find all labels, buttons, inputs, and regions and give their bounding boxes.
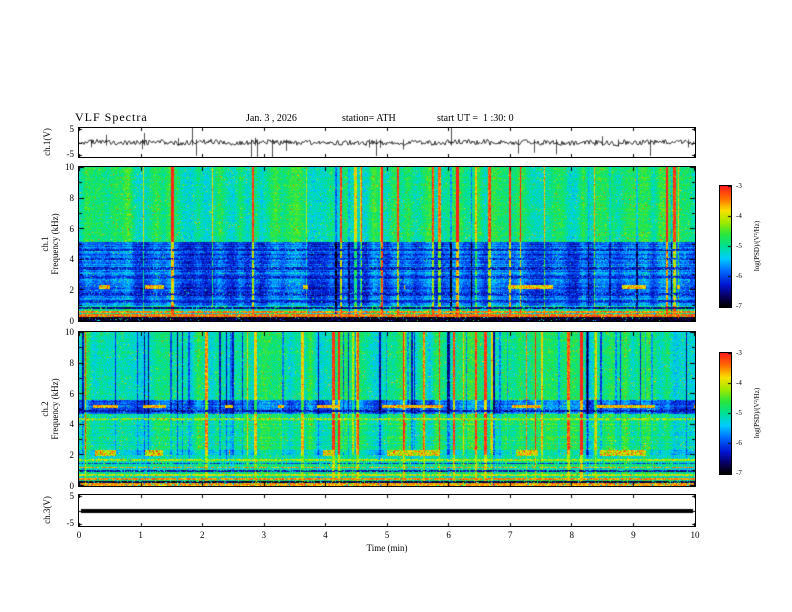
colorbar2-tick--3: -3 xyxy=(736,349,742,357)
x-tick-6: 6 xyxy=(446,530,451,540)
ch1-ytick-max: 5 xyxy=(69,124,75,134)
ch2-spec-ytick-6: 6 xyxy=(69,388,75,399)
colorbar2 xyxy=(719,352,732,475)
ch1-spec-label-line1: ch.1 xyxy=(40,236,50,252)
ch1-spec-label-line2: Frequency (kHz) xyxy=(50,213,60,275)
ch2-spec-ytick-8: 8 xyxy=(69,357,75,368)
colorbar1 xyxy=(719,185,732,308)
colorbar1-tick--6: -6 xyxy=(736,272,742,280)
ch3-waveform-panel xyxy=(78,494,696,527)
ch2-spectrogram-panel xyxy=(78,331,696,487)
ch1-spec-ytick-2: 2 xyxy=(69,285,75,296)
ch1-spec-ytick-0: 0 xyxy=(69,316,75,326)
ch2-spec-label-line2: Frequency (kHz) xyxy=(50,378,60,440)
x-tick-8: 8 xyxy=(569,530,575,540)
colorbar1-tick--4: -4 xyxy=(736,212,742,220)
colorbar2-tick--6: -6 xyxy=(736,439,742,447)
x-tick-9: 9 xyxy=(631,530,636,540)
x-tick-3: 3 xyxy=(261,530,267,540)
x-tick-10: 10 xyxy=(690,530,700,540)
figure-title: VLF Spectra xyxy=(75,110,148,124)
x-tick-1: 1 xyxy=(138,530,143,540)
x-tick-7: 7 xyxy=(507,530,513,540)
ch1-spec-ytick-8: 8 xyxy=(69,192,75,203)
x-tick-2: 2 xyxy=(199,530,205,540)
x-tick-5: 5 xyxy=(384,530,390,540)
x-axis-label: Time (min) xyxy=(366,543,408,553)
ch1-spec-ytick-4: 4 xyxy=(69,254,75,265)
ch2-spec-ytick-0: 0 xyxy=(69,481,75,491)
colorbar2-tick--5: -5 xyxy=(736,409,742,417)
ch2-frequency-axis-label: ch.2 Frequency (kHz) xyxy=(40,378,60,439)
ch2-spec-ytick-4: 4 xyxy=(69,419,75,430)
date-label: Jan. 3 , 2026 xyxy=(246,113,297,124)
start-ut-label: start UT = 1 :30: 0 xyxy=(437,113,514,124)
ch1-spec-ytick-6: 6 xyxy=(69,223,75,234)
vlf-spectra-figure: VLF Spectra Jan. 3 , 2026 station= ATH s… xyxy=(0,0,792,612)
ch1-waveform-panel xyxy=(78,127,696,158)
ch1-spectrogram-panel xyxy=(78,166,696,322)
ch3-ytick-min: -5 xyxy=(66,518,75,528)
ch3-voltage-axis-label: ch.3(V) xyxy=(42,496,52,524)
colorbar1-tick--3: -3 xyxy=(736,182,742,190)
ch2-spec-ytick-10: 10 xyxy=(65,327,74,337)
ch1-ytick-min: -5 xyxy=(66,149,75,159)
x-tick-0: 0 xyxy=(76,530,82,540)
ch2-spec-ytick-2: 2 xyxy=(69,450,75,461)
x-tick-4: 4 xyxy=(323,530,328,540)
ch2-spec-label-line1: ch.2 xyxy=(40,401,50,417)
ch1-voltage-axis-label: ch.1(V) xyxy=(42,128,52,156)
colorbar2-tick--7: -7 xyxy=(736,469,742,477)
ch1-spec-ytick-10: 10 xyxy=(65,162,74,172)
station-label: station= ATH xyxy=(342,113,396,124)
colorbar1-tick--5: -5 xyxy=(736,242,742,250)
ch3-ytick-max: 5 xyxy=(69,491,75,501)
colorbar2-tick--4: -4 xyxy=(736,379,742,387)
colorbar1-tick--7: -7 xyxy=(736,302,742,310)
ch1-frequency-axis-label: ch.1 Frequency (kHz) xyxy=(40,213,60,274)
